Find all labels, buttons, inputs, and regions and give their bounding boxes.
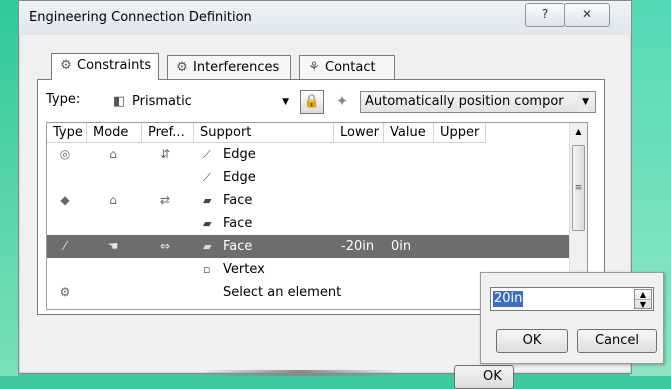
row-pref-icon bbox=[155, 212, 175, 235]
row-support: ▰ Face bbox=[203, 235, 252, 258]
chevron-down-icon: ▼ bbox=[282, 97, 289, 107]
type-dropdown[interactable]: ◧ Prismatic ▼ bbox=[108, 91, 296, 113]
auto-position-dropdown[interactable]: Automatically position compor ▼ bbox=[360, 91, 596, 113]
tab-contact-label: Contact bbox=[325, 60, 376, 75]
value-edit-popup: 20in ▲ ▼ OK Cancel bbox=[480, 272, 664, 364]
row-type-icon: ⚙ bbox=[59, 285, 71, 299]
row-support: ⟋ Edge bbox=[203, 166, 256, 189]
chevron-down-icon: ▼ bbox=[578, 92, 589, 112]
tab-constraints[interactable]: ⚙ Constraints bbox=[51, 53, 159, 80]
row-pref-icon: ⇵ bbox=[159, 147, 171, 161]
row-support-label: Select an element bbox=[223, 285, 342, 300]
scroll-up-icon[interactable]: ▲ bbox=[570, 123, 587, 140]
row-support-label: Face bbox=[223, 239, 253, 254]
row-lower: -20in bbox=[341, 239, 375, 254]
auto-button[interactable]: ✦ bbox=[330, 90, 354, 114]
popup-cancel-button[interactable]: Cancel bbox=[577, 329, 657, 353]
table-row[interactable]: ◎ ⌂ ⇵ ⟋ Edge bbox=[47, 143, 572, 166]
type-label: Type: bbox=[46, 92, 81, 107]
support-geometry-icon: ▰ bbox=[203, 194, 212, 207]
row-support: Select an element bbox=[223, 281, 341, 304]
row-support: ▰ Face bbox=[203, 212, 252, 235]
lock-icon: 🔒 bbox=[303, 94, 321, 109]
row-mode-icon: ⌂ bbox=[109, 147, 117, 161]
popup-ok-button[interactable]: OK bbox=[496, 329, 568, 353]
support-geometry-icon: ⟋ bbox=[203, 148, 211, 161]
spinner: ▲ ▼ bbox=[634, 289, 652, 309]
window-title: Engineering Connection Definition bbox=[29, 10, 252, 25]
prismatic-icon: ◧ bbox=[113, 94, 126, 109]
help-button[interactable]: ? bbox=[525, 3, 565, 27]
row-support-label: Face bbox=[223, 193, 253, 208]
row-pref-icon bbox=[155, 281, 175, 304]
table-row[interactable]: ⁄ ☚ ⇔ -20in 0in ▰ Face bbox=[47, 235, 572, 258]
interferences-icon: ⚙ bbox=[176, 60, 188, 75]
column-header-pref[interactable]: Pref... bbox=[142, 123, 194, 143]
magic-wand-icon: ✦ bbox=[335, 92, 349, 110]
column-header-value[interactable]: Value bbox=[384, 123, 434, 143]
row-value: 0in bbox=[391, 239, 412, 254]
spin-down-icon[interactable]: ▼ bbox=[635, 299, 651, 309]
row-support: ▰ Face bbox=[203, 189, 252, 212]
row-type-icon: ⁄ bbox=[63, 239, 66, 253]
table-row[interactable]: ⟋ Edge bbox=[47, 166, 572, 189]
row-pref-icon: ⇄ bbox=[159, 193, 171, 207]
support-geometry-icon: ▰ bbox=[203, 217, 212, 230]
contact-icon: ⚘ bbox=[308, 60, 320, 75]
value-spin-field[interactable]: 20in ▲ ▼ bbox=[490, 287, 654, 311]
table-row[interactable]: ◆ ⌂ ⇄ ▰ Face bbox=[47, 189, 572, 212]
row-pref-icon: ⇔ bbox=[159, 239, 171, 253]
tab-interferences[interactable]: ⚙ Interferences bbox=[167, 55, 291, 79]
title-bar[interactable]: Engineering Connection Definition ? ✕ bbox=[19, 1, 631, 35]
lock-button[interactable]: 🔒 bbox=[300, 90, 324, 114]
row-type-icon: ◎ bbox=[59, 147, 71, 161]
column-header-lower[interactable]: Lower bbox=[334, 123, 384, 143]
row-type-icon bbox=[55, 166, 75, 189]
auto-position-value: Automatically position compor bbox=[365, 94, 564, 109]
close-button[interactable]: ✕ bbox=[564, 3, 610, 27]
desktop-background-left bbox=[0, 0, 18, 376]
support-geometry-icon: ▰ bbox=[203, 240, 212, 253]
row-support: ▫ Vertex bbox=[203, 258, 265, 281]
column-header-mode[interactable]: Mode bbox=[87, 123, 142, 143]
row-support: ⟋ Edge bbox=[203, 143, 256, 166]
spin-up-icon[interactable]: ▲ bbox=[635, 290, 651, 299]
scroll-thumb[interactable]: ≡ bbox=[572, 145, 585, 231]
dialog-ok-button[interactable]: OK bbox=[454, 365, 514, 389]
tab-interferences-label: Interferences bbox=[193, 60, 280, 75]
column-header-type[interactable]: Type bbox=[47, 123, 87, 143]
row-mode-icon: ⌂ bbox=[109, 193, 117, 207]
row-mode-icon bbox=[103, 258, 123, 281]
table-row[interactable]: ▰ Face bbox=[47, 212, 572, 235]
tab-contact[interactable]: ⚘ Contact bbox=[299, 55, 395, 79]
constraints-icon: ⚙ bbox=[60, 58, 72, 73]
taskbar-shadow bbox=[200, 370, 400, 376]
column-header-support[interactable]: Support bbox=[194, 123, 334, 143]
type-dropdown-value: Prismatic bbox=[132, 94, 192, 109]
value-input-text[interactable]: 20in bbox=[493, 291, 524, 307]
row-pref-icon bbox=[155, 258, 175, 281]
row-mode-icon: ☚ bbox=[107, 239, 119, 253]
row-support-label: Edge bbox=[223, 147, 256, 162]
row-support-label: Vertex bbox=[223, 262, 265, 277]
support-geometry-icon: ▫ bbox=[203, 263, 211, 276]
tab-constraints-label: Constraints bbox=[77, 58, 152, 73]
row-type-icon bbox=[55, 212, 75, 235]
row-mode-icon bbox=[103, 166, 123, 189]
row-mode-icon bbox=[103, 212, 123, 235]
row-support-label: Edge bbox=[223, 170, 256, 185]
row-mode-icon bbox=[103, 281, 123, 304]
row-support-label: Face bbox=[223, 216, 253, 231]
row-type-icon bbox=[55, 258, 75, 281]
row-pref-icon bbox=[155, 166, 175, 189]
column-header-upper[interactable]: Upper bbox=[434, 123, 486, 143]
support-geometry-icon: ⟋ bbox=[203, 171, 211, 184]
row-type-icon: ◆ bbox=[60, 193, 70, 207]
